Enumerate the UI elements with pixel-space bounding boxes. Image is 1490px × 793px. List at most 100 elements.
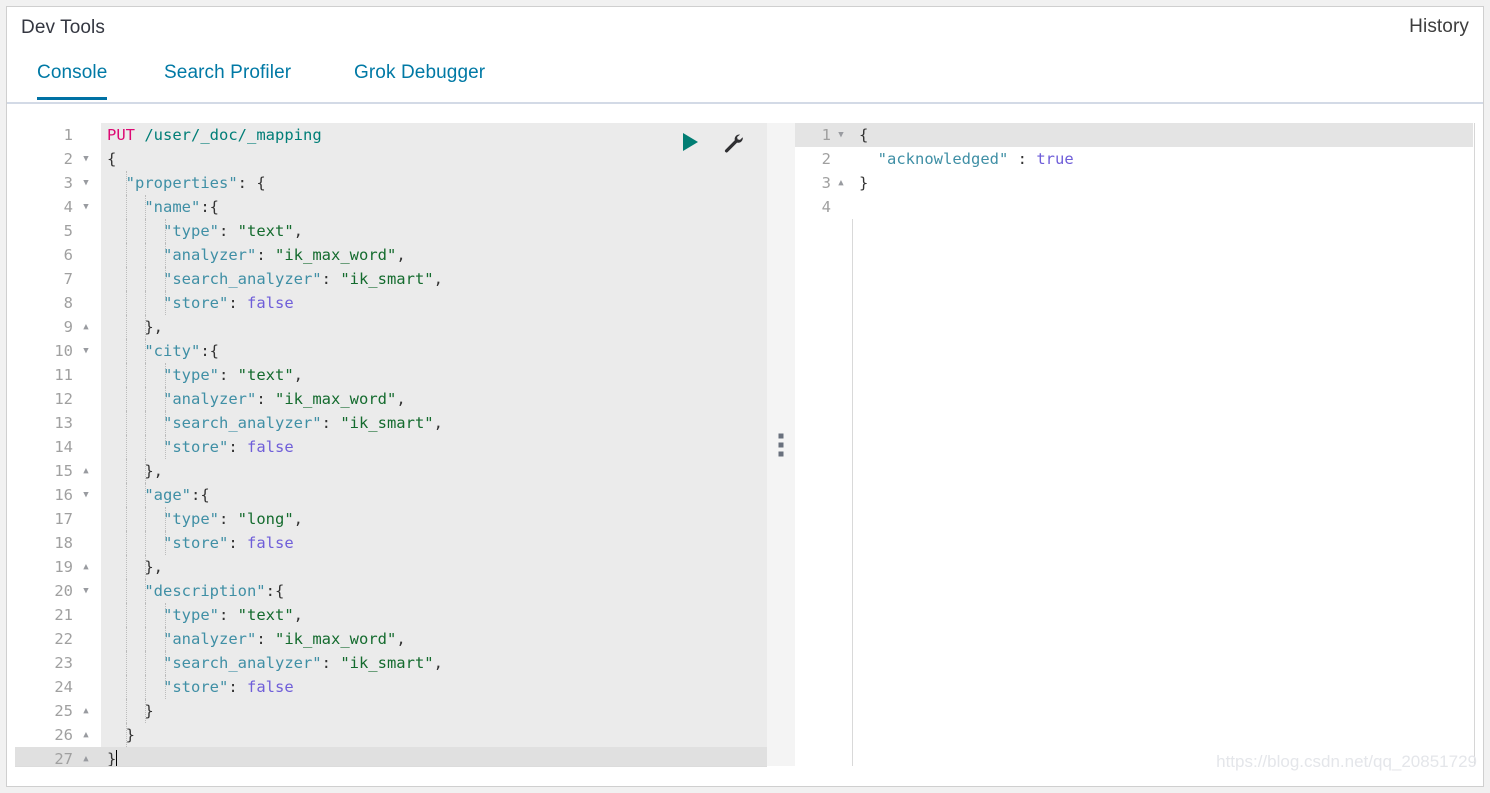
fold-up-icon[interactable]: ▲ <box>79 723 93 747</box>
history-button[interactable]: History <box>1409 16 1469 38</box>
token-bool: false <box>247 534 294 552</box>
editor-line[interactable]: 2 ▼ { <box>15 147 767 171</box>
editor-line[interactable]: 14 "store": false <box>15 435 767 459</box>
code-text: { <box>853 123 868 147</box>
editor-line[interactable]: 5 "type": "text", <box>15 219 767 243</box>
editor-line[interactable]: 24 "store": false <box>15 675 767 699</box>
fold-down-icon[interactable]: ▼ <box>79 147 93 171</box>
editor-line[interactable]: 27 ▲} <box>15 747 767 766</box>
indent-guide <box>126 531 128 555</box>
code-text: PUT /user/_doc/_mapping <box>101 123 322 147</box>
token-punct: , <box>293 222 304 240</box>
run-request-button[interactable] <box>683 133 698 151</box>
editor-line[interactable]: 11 "type": "text", <box>15 363 767 387</box>
indent-guide <box>145 483 147 507</box>
token-punct: , <box>293 510 304 528</box>
token-key: "analyzer" <box>163 630 257 648</box>
fold-up-icon[interactable]: ▲ <box>79 459 93 483</box>
drag-handle-icon <box>778 433 784 456</box>
code-text: "analyzer": "ik_max_word", <box>101 387 406 411</box>
code-text: "type": "long", <box>101 507 303 531</box>
token-str: "text" <box>237 222 294 240</box>
tab-grok-debugger[interactable]: Grok Debugger <box>354 62 485 98</box>
line-number: 1 <box>15 123 101 147</box>
fold-up-icon[interactable]: ▲ <box>835 171 847 195</box>
request-editor[interactable]: 1 PUT /user/_doc/_mapping 2 ▼{3 ▼ "propertie… <box>15 123 767 766</box>
code-text: } <box>101 747 118 766</box>
editor-line[interactable]: 22 "analyzer": "ik_max_word", <box>15 627 767 651</box>
code-text: "name":{ <box>101 195 219 219</box>
indent-guide <box>164 219 166 243</box>
token-key: "store" <box>163 438 229 456</box>
line-number: 20 ▼ <box>15 579 101 603</box>
fold-up-icon[interactable]: ▲ <box>79 555 93 579</box>
indent-guide <box>126 315 128 339</box>
editor-line[interactable]: 23 "search_analyzer": "ik_smart", <box>15 651 767 675</box>
editor-line[interactable]: 17 "type": "long", <box>15 507 767 531</box>
fold-up-icon[interactable]: ▲ <box>79 747 93 766</box>
code-text: "properties": { <box>101 171 266 195</box>
indent-guide <box>164 387 166 411</box>
editor-actions <box>683 129 763 157</box>
token-punct: : <box>256 390 275 408</box>
fold-down-icon[interactable]: ▼ <box>79 339 93 363</box>
token-punct: , <box>396 630 406 648</box>
indent-guide <box>126 603 128 627</box>
fold-down-icon[interactable]: ▼ <box>835 123 847 147</box>
editor-line[interactable]: 19 ▲ }, <box>15 555 767 579</box>
code-text: "store": false <box>101 435 294 459</box>
line-number: 25 ▲ <box>15 699 101 723</box>
editor-line[interactable]: 3 ▼ "properties": { <box>15 171 767 195</box>
fold-up-icon[interactable]: ▲ <box>79 315 93 339</box>
line-number: 4 <box>795 195 853 219</box>
tab-search-profiler[interactable]: Search Profiler <box>164 62 291 98</box>
indent-guide <box>126 483 128 507</box>
tab-console[interactable]: Console <box>37 62 108 100</box>
editor-line[interactable]: 12 "analyzer": "ik_max_word", <box>15 387 767 411</box>
editor-line[interactable]: 1 PUT /user/_doc/_mapping <box>15 123 767 147</box>
line-number: 3 ▼ <box>15 171 101 195</box>
token-key: "description" <box>144 582 266 600</box>
token-punct: }, <box>144 318 163 336</box>
editor-line[interactable]: 9 ▲ }, <box>15 315 767 339</box>
editor-line[interactable]: 21 "type": "text", <box>15 603 767 627</box>
token-key: "search_analyzer" <box>163 414 322 432</box>
editor-line[interactable]: 13 "search_analyzer": "ik_smart", <box>15 411 767 435</box>
editor-line[interactable]: 26 ▲ } <box>15 723 767 747</box>
token-punct: }, <box>144 558 163 576</box>
indent-guide <box>145 699 147 723</box>
fold-down-icon[interactable]: ▼ <box>79 483 93 507</box>
token-punct: : <box>219 366 238 384</box>
editor-line[interactable]: 25 ▲ } <box>15 699 767 723</box>
tab-bar: Console Search Profiler Grok Debugger <box>7 54 1483 104</box>
editor-horizontal-scrollbar[interactable] <box>15 766 767 776</box>
indent-guide <box>145 579 147 603</box>
fold-down-icon[interactable]: ▼ <box>79 171 93 195</box>
page-title: Dev Tools <box>21 17 105 38</box>
fold-down-icon[interactable]: ▼ <box>79 579 93 603</box>
response-line: 4 <box>795 195 1473 219</box>
editor-line[interactable]: 6 "analyzer": "ik_max_word", <box>15 243 767 267</box>
editor-line[interactable]: 4 ▼ "name":{ <box>15 195 767 219</box>
fold-up-icon[interactable]: ▲ <box>79 699 93 723</box>
wrench-icon[interactable] <box>721 131 745 160</box>
response-vertical-scrollbar[interactable] <box>1474 123 1483 766</box>
editor-line[interactable]: 16 ▼ "age":{ <box>15 483 767 507</box>
token-punct: , <box>293 606 304 624</box>
editor-line[interactable]: 7 "search_analyzer": "ik_smart", <box>15 267 767 291</box>
editor-line[interactable]: 15 ▲ }, <box>15 459 767 483</box>
editor-line[interactable]: 20 ▼ "description":{ <box>15 579 767 603</box>
indent-guide <box>145 459 147 483</box>
editor-line[interactable]: 18 "store": false <box>15 531 767 555</box>
editor-line[interactable]: 10 ▼ "city":{ <box>15 339 767 363</box>
token-punct: } <box>859 174 869 192</box>
editor-lines[interactable]: 1 PUT /user/_doc/_mapping 2 ▼{3 ▼ "propertie… <box>15 123 767 766</box>
token-punct: : <box>228 294 247 312</box>
token-bool: false <box>247 294 294 312</box>
response-viewer[interactable]: 1 ▼{2 "acknowledged" : true 3 ▲} 4 <box>795 123 1473 766</box>
indent-guide <box>164 243 166 267</box>
fold-down-icon[interactable]: ▼ <box>79 195 93 219</box>
panel-splitter[interactable] <box>767 123 795 766</box>
editor-line[interactable]: 8 "store": false <box>15 291 767 315</box>
token-str: "text" <box>237 606 294 624</box>
